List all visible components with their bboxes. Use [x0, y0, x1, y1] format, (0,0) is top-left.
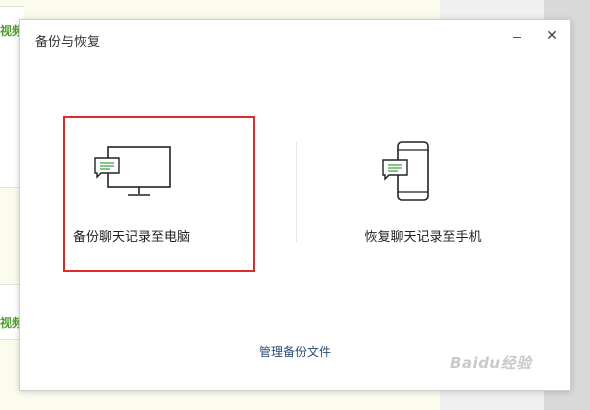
close-button[interactable]: ✕	[542, 26, 562, 46]
restore-option-label: 恢复聊天记录至手机	[364, 230, 482, 245]
phone-chat-icon	[382, 141, 429, 201]
backup-to-pc-option[interactable]: 备份聊天记录至电脑	[63, 116, 255, 272]
minimize-button[interactable]	[507, 26, 527, 46]
backup-restore-dialog: 备份与恢复 ✕ 备份聊天记录至电脑 恢复聊天记录至手机 管理备份文件	[19, 19, 571, 391]
backup-option-label: 备份聊天记录至电脑	[73, 230, 191, 245]
watermark: Baidu经验	[450, 354, 532, 372]
restore-to-phone-option[interactable]: 恢复聊天记录至手机	[329, 118, 517, 270]
monitor-chat-icon	[94, 146, 171, 196]
minimize-icon	[513, 36, 521, 38]
dialog-title: 备份与恢复	[35, 35, 101, 50]
option-divider	[296, 142, 297, 242]
close-icon: ✕	[546, 28, 558, 44]
